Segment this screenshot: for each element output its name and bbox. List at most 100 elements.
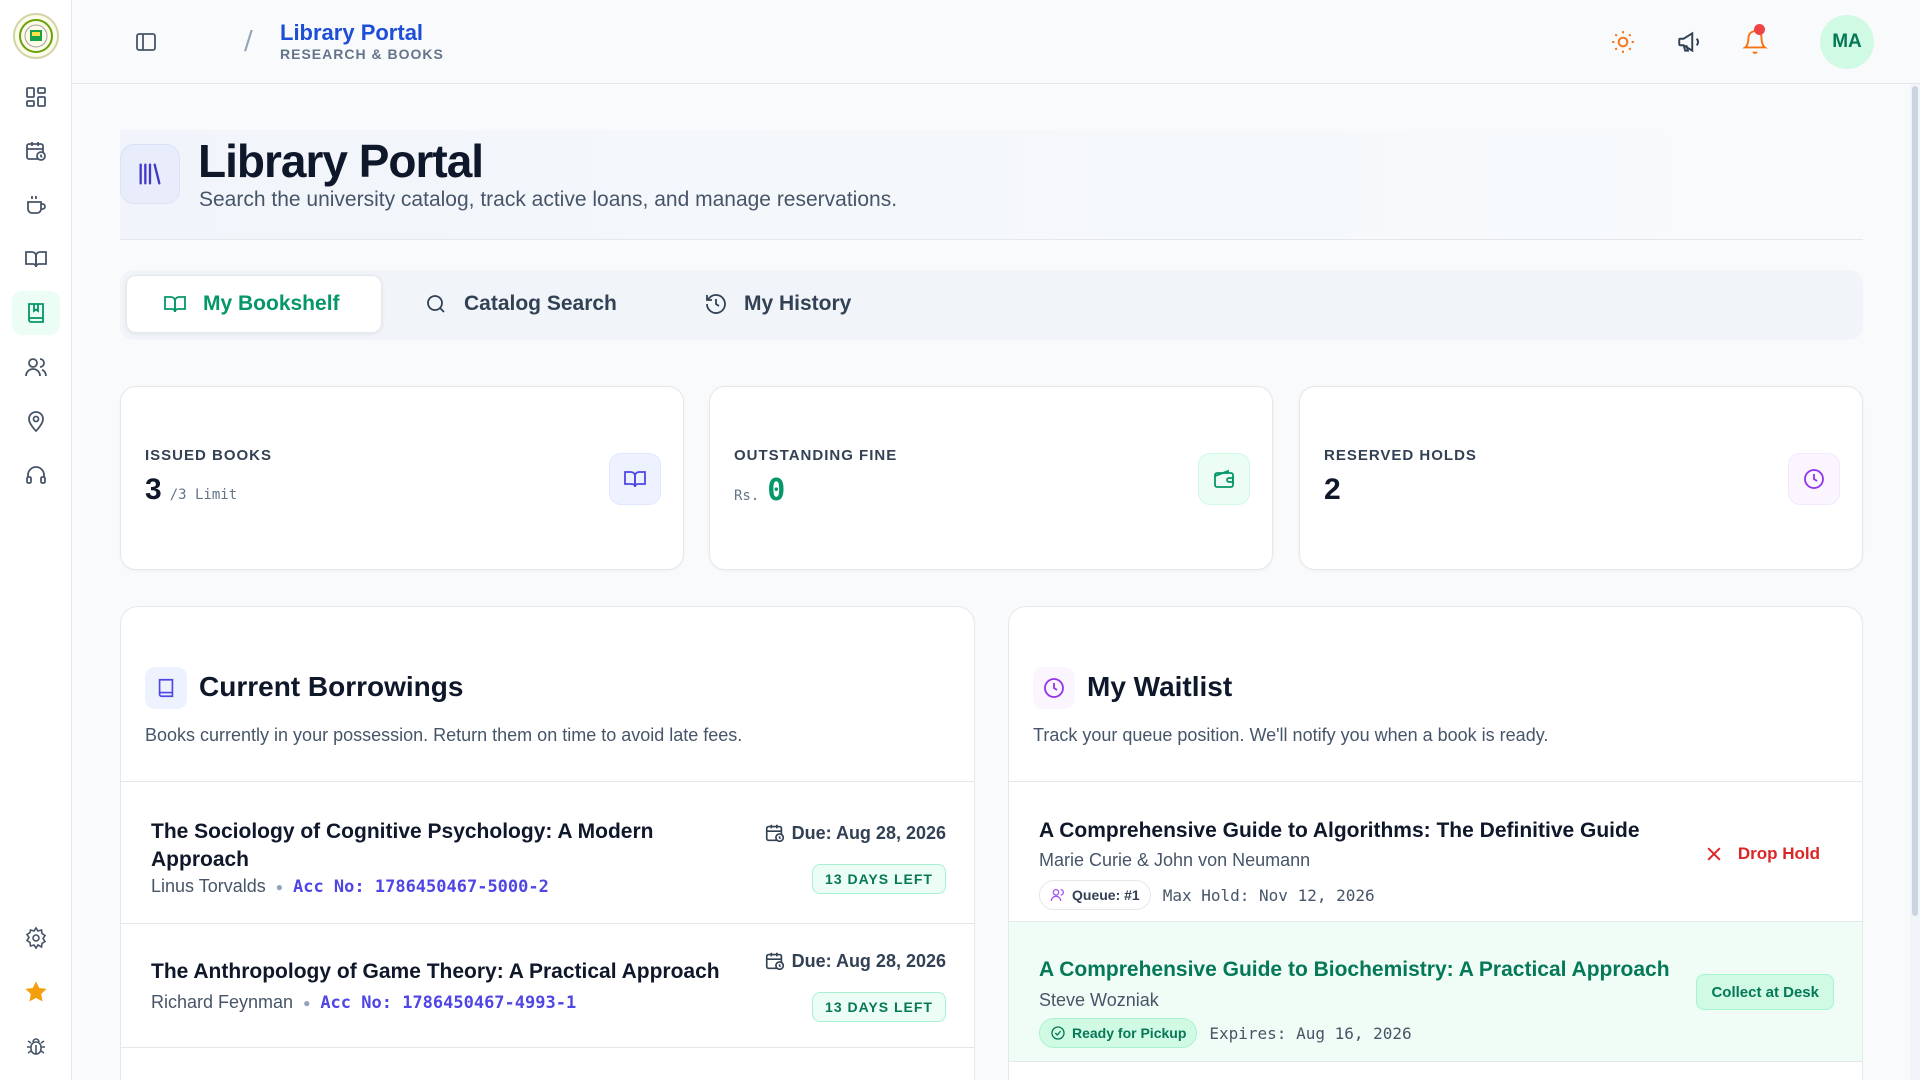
sidebar-nav: [11, 75, 60, 497]
accession-number: Acc No: 1786450467-4993-1: [320, 992, 577, 1013]
expires-date: Expires: Aug 16, 2026: [1209, 1023, 1412, 1043]
meta-separator: ●: [303, 995, 311, 1010]
sidebar-item-support[interactable]: [12, 453, 60, 497]
book-icon: [145, 667, 187, 709]
stat-value: 3: [145, 473, 162, 506]
coffee-icon: [26, 196, 46, 214]
bug-icon: [26, 1038, 45, 1055]
breadcrumb-subtitle: RESEARCH & BOOKS: [280, 46, 444, 62]
stat-value-group: Rs. 0: [734, 473, 785, 508]
calendar-clock-icon: [765, 952, 784, 971]
tab-bar: My Bookshelf Catalog Search My History: [120, 270, 1863, 340]
sidebar-item-favorites[interactable]: [12, 970, 60, 1014]
sidebar-item-dashboard[interactable]: [12, 75, 60, 119]
headset-icon: [25, 466, 46, 484]
panel-header: My Waitlist Track your queue position. W…: [1009, 607, 1862, 782]
book-author: Linus Torvalds: [151, 876, 266, 896]
waitlist-row-ready[interactable]: A Comprehensive Guide to Biochemistry: A…: [1009, 922, 1862, 1062]
book-title: The Anthropology of Game Theory: A Pract…: [151, 958, 720, 986]
users-icon: [24, 358, 47, 377]
scrollbar-thumb[interactable]: [1912, 86, 1918, 916]
book-meta: Linus Torvalds ● Acc No: 1786450467-5000…: [151, 876, 549, 897]
announcements-button[interactable]: [1676, 29, 1702, 55]
library-icon: [120, 144, 180, 204]
book-meta: Richard Feynman ● Acc No: 1786450467-499…: [151, 992, 576, 1013]
tab-catalog-search[interactable]: Catalog Search: [388, 275, 648, 333]
sidebar: [0, 0, 72, 1080]
book-icon: [609, 453, 661, 505]
seal-icon: [18, 19, 53, 53]
settings-icon: [25, 926, 46, 950]
book-author: Marie Curie & John von Neumann: [1039, 850, 1311, 870]
due-date: Due: Aug 28, 2026: [764, 822, 946, 844]
stat-value: 0: [767, 473, 786, 508]
days-left-badge: 13 DAYS LEFT: [812, 992, 946, 1022]
stat-value-group: 3 /3 Limit: [145, 473, 237, 507]
sun-icon: [1612, 31, 1634, 53]
megaphone-icon: [1678, 31, 1699, 53]
borrowing-row[interactable]: The Sociology of Cognitive Psychology: A…: [121, 782, 974, 924]
sidebar-item-settings[interactable]: [12, 916, 60, 960]
star-icon: [24, 981, 47, 1002]
book-title-line: Approach: [151, 848, 250, 871]
stat-card-outstanding-fine: OUTSTANDING FINE Rs. 0: [709, 386, 1273, 570]
drop-hold-button[interactable]: Drop Hold: [1704, 844, 1820, 864]
queue-chip: Queue: #1: [1039, 880, 1151, 910]
book-title: The Sociology of Cognitive Psychology: A…: [151, 818, 653, 874]
currency-prefix: Rs.: [734, 488, 760, 504]
waitlist-meta: Queue: #1 Max Hold: Nov 12, 2026: [1039, 880, 1375, 910]
waitlist-panel: My Waitlist Track your queue position. W…: [1008, 606, 1863, 1080]
page-title: Library Portal: [198, 135, 484, 187]
top-header: / Library Portal RESEARCH & BOOKS MA: [72, 0, 1920, 84]
current-borrowings-panel: Current Borrowings Books currently in yo…: [120, 606, 975, 1080]
calendar-clock-icon: [765, 824, 784, 843]
page-hero: Library Portal Search the university cat…: [120, 130, 1863, 240]
borrowing-row[interactable]: The Anthropology of Game Theory: A Pract…: [121, 924, 974, 1048]
breadcrumb-separator: /: [244, 26, 253, 56]
clock-icon: [1788, 453, 1840, 505]
tab-label: My Bookshelf: [203, 292, 340, 315]
sidebar-item-cafeteria[interactable]: [12, 183, 60, 227]
tab-my-history[interactable]: My History: [668, 275, 908, 333]
stat-label: OUTSTANDING FINE: [734, 447, 898, 464]
stat-label: RESERVED HOLDS: [1324, 447, 1477, 464]
waitlist-row[interactable]: A Comprehensive Guide to Algorithms: The…: [1009, 782, 1862, 922]
main-content: Library Portal Search the university cat…: [120, 130, 1863, 1080]
sidebar-item-courses[interactable]: [12, 237, 60, 281]
open-book-icon: [24, 251, 47, 268]
sidebar-item-report-bug[interactable]: [12, 1024, 60, 1068]
history-icon: [706, 294, 726, 314]
university-logo[interactable]: [12, 13, 59, 59]
open-book-icon: [164, 296, 186, 313]
stat-card-issued-books: ISSUED BOOKS 3 /3 Limit: [120, 386, 684, 570]
breadcrumb-title[interactable]: Library Portal: [280, 20, 423, 46]
notification-dot: [1754, 24, 1765, 35]
sidebar-item-people[interactable]: [12, 345, 60, 389]
due-date: Due: Aug 28, 2026: [764, 950, 946, 972]
check-circle-icon: [1051, 1026, 1065, 1040]
stat-value-group: 2: [1324, 473, 1341, 507]
book-title-line: The Anthropology of Game Theory: A Pract…: [151, 960, 720, 983]
sidebar-toggle-button[interactable]: [134, 30, 158, 59]
sidebar-item-schedule[interactable]: [12, 129, 60, 173]
due-date-text: Due: Aug 28, 2026: [791, 822, 946, 843]
max-hold-date: Max Hold: Nov 12, 2026: [1162, 885, 1375, 905]
drop-hold-label: Drop Hold: [1737, 844, 1820, 863]
user-avatar[interactable]: MA: [1820, 15, 1874, 69]
stats-row: ISSUED BOOKS 3 /3 Limit OUTSTANDING FINE…: [120, 386, 1863, 570]
theme-toggle-button[interactable]: [1610, 29, 1636, 55]
sidebar-bottom: [12, 916, 60, 1068]
page-scrollbar[interactable]: [1910, 84, 1920, 1080]
sidebar-item-campus-map[interactable]: [12, 399, 60, 443]
accession-number: Acc No: 1786450467-5000-2: [292, 876, 549, 897]
tab-label: Catalog Search: [464, 292, 617, 315]
waitlist-meta: Ready for Pickup Expires: Aug 16, 2026: [1039, 1018, 1412, 1048]
collect-at-desk-button[interactable]: Collect at Desk: [1696, 974, 1834, 1010]
panel-left-icon: [136, 33, 156, 51]
sidebar-item-library[interactable]: [11, 291, 60, 335]
book-title: A Comprehensive Guide to Biochemistry: A…: [1039, 958, 1670, 981]
tab-my-bookshelf[interactable]: My Bookshelf: [126, 275, 382, 333]
stat-card-reserved-holds: RESERVED HOLDS 2: [1299, 386, 1863, 570]
search-icon: [427, 295, 445, 313]
wallet-icon: [1198, 453, 1250, 505]
